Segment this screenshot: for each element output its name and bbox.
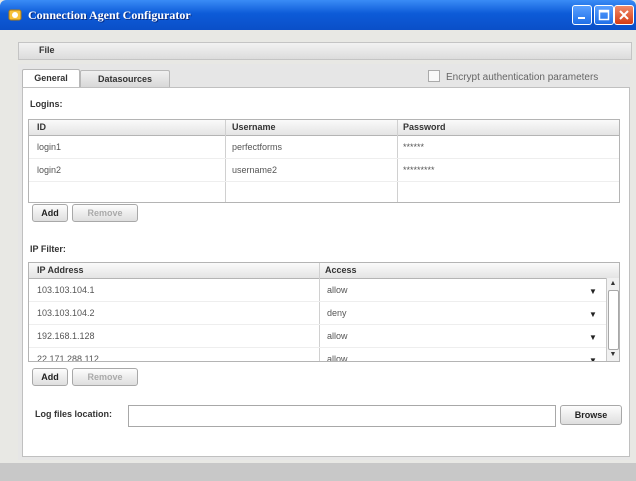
chevron-down-icon[interactable]: ▼ (589, 333, 599, 347)
title-bar[interactable]: Connection Agent Configurator (0, 0, 636, 30)
cell-ip: 103.103.104.2 (37, 308, 95, 318)
cell-access[interactable]: deny (327, 308, 347, 318)
scroll-down-icon[interactable]: ▼ (608, 350, 618, 360)
table-row[interactable]: 192.168.1.128 allow ▼ (29, 325, 619, 348)
logins-remove-button[interactable]: Remove (72, 204, 138, 222)
minimize-button[interactable] (572, 5, 592, 25)
chevron-down-icon[interactable]: ▼ (589, 310, 599, 324)
menu-file[interactable]: File (39, 45, 55, 55)
cell-access[interactable]: allow (327, 285, 348, 295)
encrypt-checkbox[interactable]: Encrypt authentication parameters (428, 70, 598, 83)
logins-table-header: ID Username Password (29, 120, 619, 136)
column-header-id[interactable]: ID (37, 122, 46, 132)
cell-password: ****** (403, 142, 425, 152)
browse-button[interactable]: Browse (560, 405, 622, 425)
cell-access[interactable]: allow (327, 354, 348, 361)
close-button[interactable] (614, 5, 634, 25)
ipfilter-remove-button[interactable]: Remove (72, 368, 138, 386)
log-location-input[interactable] (128, 405, 556, 427)
tab-datasources[interactable]: Datasources (80, 70, 170, 87)
log-location-label: Log files location: (35, 409, 113, 419)
cell-username: perfectforms (232, 142, 283, 152)
cell-password: ********* (403, 165, 435, 175)
table-row[interactable]: login1 perfectforms ****** (29, 136, 619, 159)
cell-access[interactable]: allow (327, 331, 348, 341)
table-row[interactable]: 22.171.288.112 allow ▼ (29, 348, 619, 362)
logins-table: ID Username Password login1 perfectforms… (28, 119, 620, 203)
maximize-button[interactable] (594, 5, 614, 25)
encrypt-label: Encrypt authentication parameters (446, 72, 599, 83)
cell-id: login1 (37, 142, 62, 152)
logins-label: Logins: (30, 99, 63, 109)
cell-ip: 192.168.1.128 (37, 331, 95, 341)
tab-general[interactable]: General (22, 69, 80, 88)
menu-bar: File (18, 42, 632, 60)
status-strip (0, 463, 636, 481)
ipfilter-add-button[interactable]: Add (32, 368, 68, 386)
ipfilter-scrollbar[interactable]: ▲ ▼ (606, 278, 619, 361)
chevron-down-icon[interactable]: ▼ (589, 356, 599, 361)
window-title: Connection Agent Configurator (28, 8, 191, 22)
chevron-down-icon[interactable]: ▼ (589, 287, 599, 301)
ipfilter-table-header: IP Address Access (29, 263, 619, 279)
ipfilter-label: IP Filter: (30, 244, 66, 254)
table-row[interactable]: login2 username2 ********* (29, 159, 619, 182)
column-header-username[interactable]: Username (232, 122, 276, 132)
table-row[interactable]: 103.103.104.2 deny ▼ (29, 302, 619, 325)
scroll-up-icon[interactable]: ▲ (608, 279, 618, 289)
app-window: Connection Agent Configurator File Gener… (0, 0, 636, 481)
column-header-ip[interactable]: IP Address (37, 265, 84, 275)
table-row[interactable]: 103.103.104.1 allow ▼ (29, 279, 619, 302)
cell-ip: 103.103.104.1 (37, 285, 95, 295)
cell-username: username2 (232, 165, 278, 175)
scrollbar-thumb[interactable] (608, 290, 619, 350)
column-header-access[interactable]: Access (325, 265, 357, 275)
logins-add-button[interactable]: Add (32, 204, 68, 222)
app-icon (8, 8, 22, 22)
column-header-password[interactable]: Password (403, 122, 446, 132)
cell-ip: 22.171.288.112 (37, 354, 99, 362)
cell-id: login2 (37, 165, 62, 175)
checkbox-icon[interactable] (428, 70, 440, 82)
ipfilter-table: IP Address Access 103.103.104.1 allow ▼ … (28, 262, 620, 362)
